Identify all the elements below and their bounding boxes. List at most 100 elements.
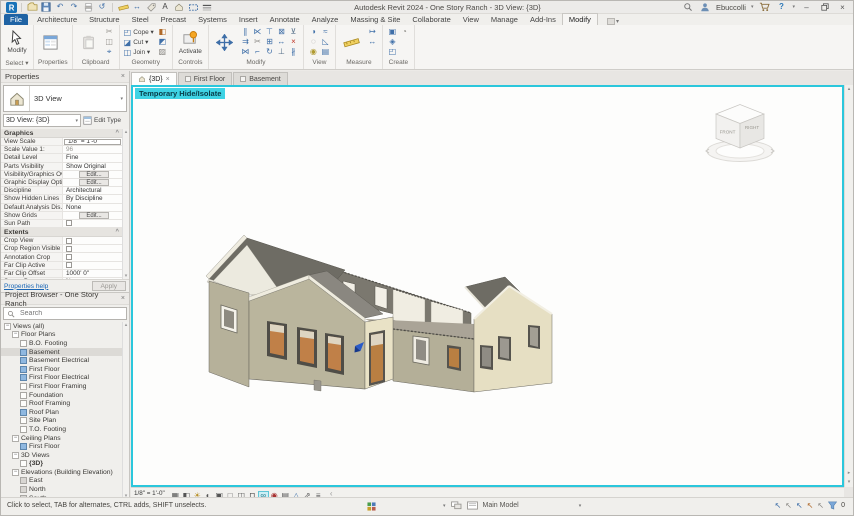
tree-item-views-all[interactable]: − Views (all) xyxy=(1,322,122,331)
view-tab-basement[interactable]: Basement xyxy=(233,72,288,85)
type-selector[interactable]: 3D View ▾ xyxy=(3,85,127,112)
tree-item-t-o-footing[interactable]: T.O. Footing xyxy=(1,425,122,434)
copy-to-clipboard-icon[interactable]: ◫ xyxy=(104,37,115,47)
delete-icon[interactable]: × xyxy=(288,37,299,47)
create-similar-icon[interactable]: ◈ xyxy=(387,37,398,47)
background-processes-icon[interactable] xyxy=(367,502,376,511)
minimize-button[interactable]: – xyxy=(800,2,813,13)
3d-house-model[interactable] xyxy=(197,229,577,404)
cut-to-clipboard-icon[interactable]: ✂ xyxy=(104,27,115,37)
join-button[interactable]: ◫ Join ▾ xyxy=(124,48,154,57)
paint-icon[interactable]: ◧ xyxy=(157,27,168,37)
select-underlay-elements-toggle[interactable]: ↖ xyxy=(785,501,792,510)
view-scale-button[interactable]: 1/8" = 1'-0" xyxy=(134,490,165,497)
copy-icon[interactable]: ⊞ xyxy=(264,37,275,47)
properties-help-link[interactable]: Properties help xyxy=(4,283,48,290)
cut-profile-icon[interactable]: ◺ xyxy=(320,37,331,47)
ribbon-tab-file[interactable]: File xyxy=(4,14,29,25)
section-icon[interactable] xyxy=(187,2,199,13)
tree-item-3d[interactable]: {3D} xyxy=(1,460,122,469)
save-icon[interactable] xyxy=(40,2,52,13)
ribbon-tab-massing-site[interactable]: Massing & Site xyxy=(344,14,406,25)
close-button[interactable]: × xyxy=(836,2,849,13)
user-menu-caret-icon[interactable]: ▾ xyxy=(751,4,754,10)
project-browser-close-icon[interactable]: × xyxy=(121,295,125,302)
tree-item-3d-views[interactable]: −3D Views xyxy=(1,451,122,460)
tree-item-first-floor-electrical[interactable]: First Floor Electrical xyxy=(1,374,122,383)
display-hidden-icon[interactable]: ◉ xyxy=(308,47,319,57)
username[interactable]: Ebuccolli xyxy=(716,3,746,12)
sync-with-central-icon[interactable]: ↺ xyxy=(96,2,108,13)
design-option-caret-icon[interactable]: ▾ xyxy=(579,503,582,509)
ribbon-tab-manage[interactable]: Manage xyxy=(485,14,524,25)
tree-item-elevations-building-elevation[interactable]: − Elevations (Building Elevation) xyxy=(1,468,122,477)
tree-expander-icon[interactable]: − xyxy=(12,331,19,339)
tree-item-ceiling-plans[interactable]: − Ceiling Plans xyxy=(1,434,122,443)
select-pinned-elements-toggle[interactable]: ↖ xyxy=(796,501,803,510)
measure-between-icon[interactable]: ↦ xyxy=(367,27,378,37)
ribbon-tab-structure[interactable]: Structure xyxy=(83,14,125,25)
tree-expander-icon[interactable]: − xyxy=(12,468,19,476)
measure-icon[interactable] xyxy=(117,2,129,13)
tree-item-east[interactable]: East xyxy=(1,477,122,486)
prop-value[interactable]: Architectural xyxy=(63,187,122,194)
tree-item-first-floor-framing[interactable]: First Floor Framing xyxy=(1,382,122,391)
ribbon-tab-systems[interactable]: Systems xyxy=(192,14,233,25)
active-design-option[interactable]: Main Model xyxy=(483,502,519,509)
view-range-icon[interactable]: ▤ xyxy=(320,47,331,57)
viewcube[interactable]: FRONT RIGHT xyxy=(702,99,778,165)
trim-extend-corner-icon[interactable]: ⌐ xyxy=(252,47,263,57)
drag-elements-on-selection-toggle[interactable]: ↖ xyxy=(817,501,824,510)
panel-label-modify[interactable]: Modify xyxy=(209,59,303,69)
panel-label-view[interactable]: View xyxy=(304,59,335,69)
tree-item-foundation[interactable]: Foundation xyxy=(1,391,122,400)
ribbon-tab-collaborate[interactable]: Collaborate xyxy=(406,14,456,25)
offset-icon[interactable]: ⇉ xyxy=(240,37,251,47)
thin-lines-icon[interactable] xyxy=(201,2,213,13)
join-geometry-icon[interactable]: ◫ xyxy=(124,48,132,57)
measure-ruler-button[interactable] xyxy=(340,34,364,51)
create-parts-icon[interactable]: ◔ xyxy=(399,27,410,37)
create-group-icon[interactable]: ▣ xyxy=(387,27,398,37)
panel-label-geometry[interactable]: Geometry xyxy=(120,59,172,69)
checkbox[interactable] xyxy=(66,262,72,269)
revit-logo[interactable]: R xyxy=(5,1,17,13)
aligned-dimension-icon[interactable]: ↔ xyxy=(131,2,143,13)
prop-value[interactable]: 1/8" = 1'-0" xyxy=(64,138,121,145)
text-icon[interactable]: A xyxy=(159,2,171,13)
checkbox[interactable] xyxy=(66,220,72,227)
view-tab-close-icon[interactable]: × xyxy=(166,76,170,83)
checkbox[interactable] xyxy=(66,237,72,244)
panel-label-select[interactable]: Select ▾ xyxy=(1,59,33,69)
panel-label-clipboard[interactable]: Clipboard xyxy=(73,59,119,69)
panel-label-controls[interactable]: Controls xyxy=(173,59,208,69)
search-icon[interactable] xyxy=(682,2,694,13)
create-assembly-icon[interactable]: ◰ xyxy=(387,47,398,57)
tree-item-basement-electrical[interactable]: Basement Electrical xyxy=(1,356,122,365)
ribbon-tab-precast[interactable]: Precast xyxy=(155,14,192,25)
checkbox[interactable] xyxy=(66,254,72,261)
tree-expander-icon[interactable]: − xyxy=(12,434,19,442)
view-tab-first-floor[interactable]: First Floor xyxy=(177,72,233,85)
properties-scrollbar[interactable]: ▴ ▾ xyxy=(122,129,129,279)
mirror-draw-axis-icon[interactable]: ⋉ xyxy=(252,27,263,37)
demolish-icon[interactable]: ▨ xyxy=(157,47,168,57)
section-header-extents[interactable]: Extents ^ xyxy=(1,228,122,238)
override-graphics-icon[interactable]: ◑ xyxy=(308,27,319,37)
modify-button[interactable]: Modify xyxy=(5,29,29,55)
instance-selector[interactable]: 3D View: {3D} ▾ xyxy=(3,114,81,127)
properties-palette-button[interactable] xyxy=(38,33,62,52)
tree-item-roof-plan[interactable]: Roof Plan xyxy=(1,408,122,417)
tree-item-first-floor[interactable]: First Floor xyxy=(1,365,122,374)
ribbon-tab-add-ins[interactable]: Add-Ins xyxy=(524,14,562,25)
hide-in-view-icon[interactable]: ◌ xyxy=(308,37,319,47)
modify-context-dropdown[interactable]: ▾ xyxy=(604,18,622,25)
ribbon-tab-annotate[interactable]: Annotate xyxy=(264,14,306,25)
array-icon[interactable]: ⊠ xyxy=(276,27,287,37)
worksets-icon[interactable] xyxy=(450,501,462,510)
activate-button[interactable]: Activate xyxy=(177,29,204,56)
tag-icon[interactable] xyxy=(145,2,157,13)
panel-label-create[interactable]: Create xyxy=(383,59,414,69)
browser-search-input[interactable] xyxy=(18,309,123,318)
ribbon-tab-steel[interactable]: Steel xyxy=(126,14,155,25)
